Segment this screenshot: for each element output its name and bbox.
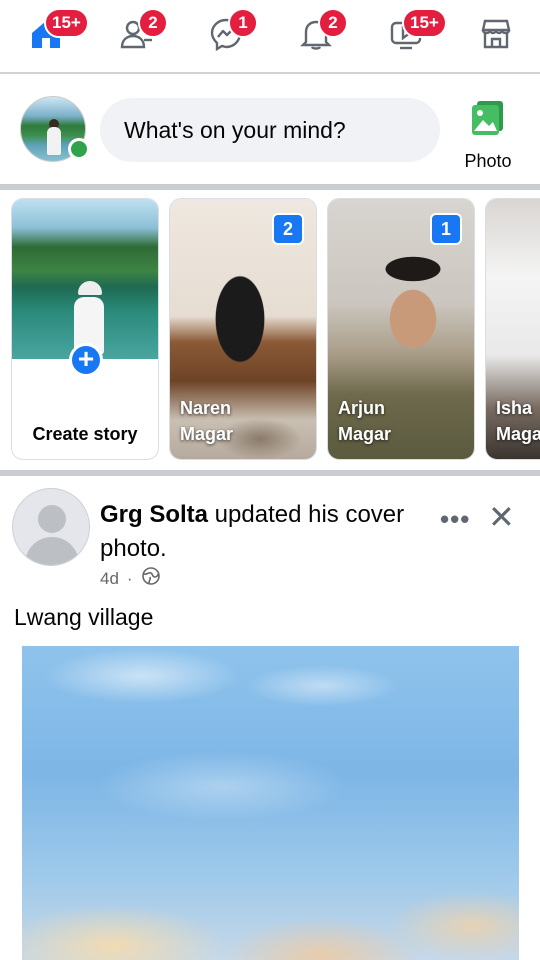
online-status-dot xyxy=(68,138,90,160)
post-cover-photo[interactable] xyxy=(22,646,519,960)
nav-friends[interactable]: 2 xyxy=(114,8,168,58)
post-text: Lwang village xyxy=(14,604,154,630)
feed-post: Grg Solta updated his cover photo. 4d · … xyxy=(0,478,540,960)
nav-marketplace[interactable] xyxy=(474,14,518,58)
video-badge: 15+ xyxy=(402,8,447,38)
story-author-name: Naren Magar xyxy=(180,398,234,444)
story-card-isha[interactable]: Isha Maga xyxy=(485,198,540,460)
more-options-button[interactable]: ••• xyxy=(440,504,470,535)
nav-video[interactable]: 15+ xyxy=(384,8,447,58)
close-post-button[interactable]: ✕ xyxy=(488,498,515,536)
create-story-card[interactable]: + Create story xyxy=(11,198,159,460)
story-card-naren[interactable]: 2 Naren Magar xyxy=(169,198,317,460)
top-nav: 15+ 2 1 2 15+ xyxy=(0,0,540,74)
home-badge: 15+ xyxy=(44,8,89,38)
create-story-label: Create story xyxy=(32,424,138,444)
friends-badge: 2 xyxy=(138,8,168,38)
plus-icon: + xyxy=(69,343,103,377)
post-meta: 4d · xyxy=(100,566,161,591)
nav-messenger[interactable]: 1 xyxy=(204,8,258,58)
marketplace-icon xyxy=(478,16,514,57)
nav-notifications[interactable]: 2 xyxy=(294,8,348,58)
section-divider xyxy=(0,470,540,476)
messenger-badge: 1 xyxy=(228,8,258,38)
create-story-photo xyxy=(12,199,158,359)
composer: What's on your mind? Photo xyxy=(0,76,540,184)
profile-avatar[interactable] xyxy=(20,96,90,162)
photo-label: Photo xyxy=(464,151,512,171)
post-author-name[interactable]: Grg Solta xyxy=(100,501,208,528)
composer-placeholder: What's on your mind? xyxy=(124,116,346,143)
story-author-name: Isha Maga xyxy=(496,398,540,444)
story-card-arjun[interactable]: 1 Arjun Magar xyxy=(327,198,475,460)
globe-icon xyxy=(141,566,161,591)
photo-icon xyxy=(468,98,508,143)
story-count-badge: 1 xyxy=(430,213,462,245)
stories-tray: + Create story 2 Naren Magar 1 Arjun Mag… xyxy=(0,190,540,470)
photo-button[interactable]: Photo xyxy=(456,98,520,171)
post-time[interactable]: 4d xyxy=(100,569,119,589)
notifications-badge: 2 xyxy=(318,8,348,38)
story-count-badge: 2 xyxy=(272,213,304,245)
post-author-avatar[interactable] xyxy=(12,488,90,566)
meta-separator: · xyxy=(126,568,133,588)
story-author-name: Arjun Magar xyxy=(338,398,392,444)
nav-home[interactable]: 15+ xyxy=(24,8,89,58)
post-header: Grg Solta updated his cover photo. xyxy=(100,498,430,566)
whats-on-your-mind-input[interactable]: What's on your mind? xyxy=(100,98,440,162)
